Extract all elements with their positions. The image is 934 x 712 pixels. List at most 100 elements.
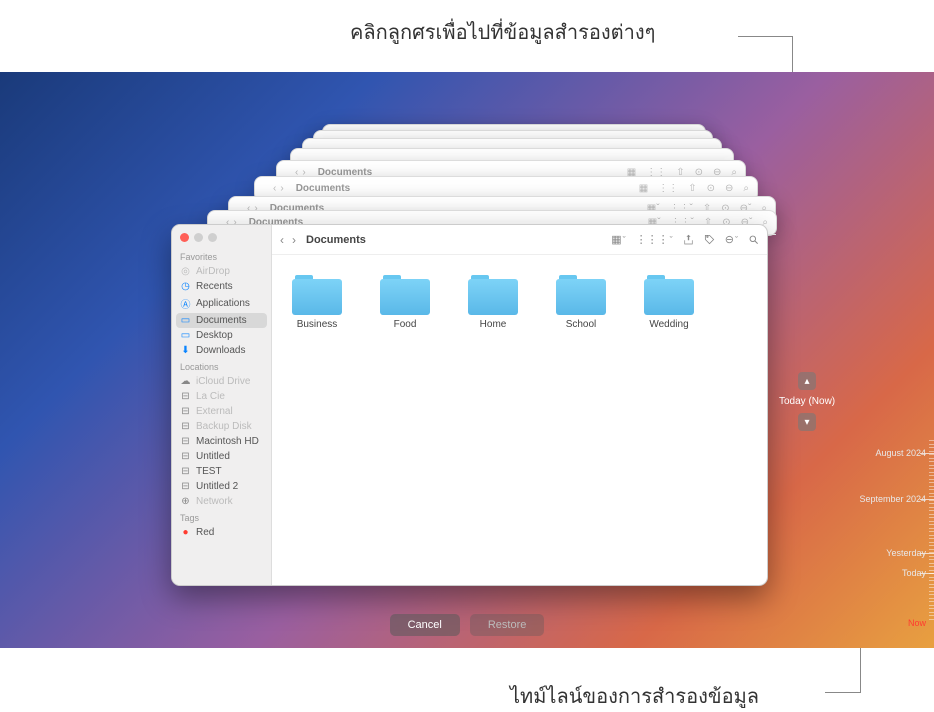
sidebar-tag-red[interactable]: ●Red [172,525,271,540]
folder-home[interactable]: Home [458,275,528,330]
folder-icon [644,275,694,315]
sidebar-item-test[interactable]: ⊟TEST [172,464,271,479]
cancel-button[interactable]: Cancel [390,614,460,636]
sidebar-item-downloads[interactable]: ⬇Downloads [172,343,271,358]
disk-icon: ⊟ [180,451,191,462]
sidebar-item-untitled[interactable]: ⊟ Untitled [172,449,271,464]
timeline-tick [929,461,934,462]
sidebar-label: AirDrop [196,266,230,277]
forward-button[interactable]: › [292,233,296,247]
apps-icon: Ⓐ [180,296,191,311]
timeline-tick [929,514,934,515]
timeline-tick [929,493,934,494]
disk-icon: ⊟ [180,481,191,492]
sidebar-item-airdrop[interactable]: ◎ AirDrop [172,264,271,279]
timeline-tick [929,580,934,581]
annotation-timeline: ไทม์ไลน์ของการสำรองข้อมูล [510,680,759,712]
airdrop-icon: ◎ [180,266,191,277]
folder-icon [292,275,342,315]
share-button[interactable] [683,234,694,245]
timeline-tick [929,444,934,445]
timeline-tick [929,517,934,518]
recents-icon: ◷ [180,281,191,292]
close-button[interactable] [180,233,189,242]
timeline-label[interactable]: September 2024 [859,494,926,504]
action-button[interactable]: ⊖ˇ [725,233,738,246]
timeline-tick [929,563,934,564]
sidebar-item-untitled-2[interactable]: ⊟ Untitled 2 [172,479,271,494]
downloads-icon: ⬇ [180,345,191,356]
back-button[interactable]: ‹ [280,233,284,247]
disk-icon: ⊟ [180,406,191,417]
maximize-button[interactable] [208,233,217,242]
folder-icon [468,275,518,315]
timeline-tick [929,482,934,483]
sidebar-item-icloud-drive[interactable]: ☁ iCloud Drive [172,374,271,389]
folder-food[interactable]: Food [370,275,440,330]
window-controls [172,231,271,248]
sidebar-item-la-cie[interactable]: ⊟La Cie [172,389,271,404]
desktop-icon: ▭ [180,330,191,341]
view-icon-button[interactable]: ▦ˇ [611,233,625,246]
folder-business[interactable]: Business [282,275,352,330]
sidebar-item-external[interactable]: ⊟External [172,404,271,419]
folder-label: School [566,319,597,330]
sidebar-label: Backup Disk [196,421,252,432]
timeline-tick [929,528,934,529]
sidebar-label: iCloud Drive [196,376,250,387]
sidebar-item-macintosh-hd[interactable]: ⊟Macintosh HD [172,434,271,449]
network-icon: ⊕ [180,496,191,507]
sidebar-section-locations: Locations [172,358,271,374]
docs-icon: ▭ [180,315,191,326]
sidebar-section-favorites: Favorites [172,248,271,264]
minimize-button[interactable] [194,233,203,242]
sidebar-section-tags: Tags [172,509,271,525]
timeline-label[interactable]: Today [902,568,926,578]
icloud-icon: ☁ [180,376,191,387]
folder-wedding[interactable]: Wedding [634,275,704,330]
timeline-tick [929,542,934,543]
folder-school[interactable]: School [546,275,616,330]
leader-line [738,36,793,37]
sidebar-item-recents[interactable]: ◷Recents [172,279,271,294]
tag-button[interactable] [704,234,715,245]
timeline-tick [929,601,934,602]
timeline-tick [929,570,934,571]
timeline-tick [929,465,934,466]
timeline-tick [929,521,934,522]
timeline-tick [929,584,934,585]
timeline-tick [929,605,934,606]
annotation-arrows: คลิกลูกศรเพื่อไปที่ข้อมูลสำรองต่างๆ [350,16,655,48]
timeline-label[interactable]: Yesterday [886,548,926,558]
timeline-tick [929,475,934,476]
disk-icon: ⊟ [180,391,191,402]
sidebar-item-applications[interactable]: ⒶApplications [172,294,271,313]
sidebar-item-desktop[interactable]: ▭Desktop [172,328,271,343]
timeline-tick [929,587,934,588]
sidebar: Favorites ◎AirDrop◷RecentsⒶApplications▭… [172,225,272,585]
sidebar-item-network[interactable]: ⊕Network [172,494,271,509]
folder-label: Business [297,319,338,330]
sidebar-label: Untitled [196,451,230,462]
timeline-tick [929,535,934,536]
timeline-tick [929,559,934,560]
tag-dot-icon: ● [180,527,191,538]
sidebar-label: Untitled 2 [196,481,238,492]
search-button[interactable] [748,234,759,245]
timeline-tick [929,451,934,452]
timeline-tick [929,524,934,525]
timeline-label[interactable]: August 2024 [875,448,926,458]
timeline-tick [929,468,934,469]
restore-button[interactable]: Restore [470,614,545,636]
group-button[interactable]: ⋮⋮⋮ˇ [636,233,673,246]
sidebar-item-documents[interactable]: ▭ Documents [176,313,267,328]
disk-icon: ⊟ [180,421,191,432]
folder-label: Wedding [649,319,688,330]
sidebar-label: Documents [196,315,247,326]
window-title: Documents [306,234,366,246]
sidebar-item-backup-disk[interactable]: ⊟ Backup Disk [172,419,271,434]
timeline-down-button[interactable]: ▾ [798,413,816,431]
timeline-tick [929,440,934,441]
timeline-up-button[interactable]: ▴ [798,372,816,390]
leader-line [825,692,861,693]
